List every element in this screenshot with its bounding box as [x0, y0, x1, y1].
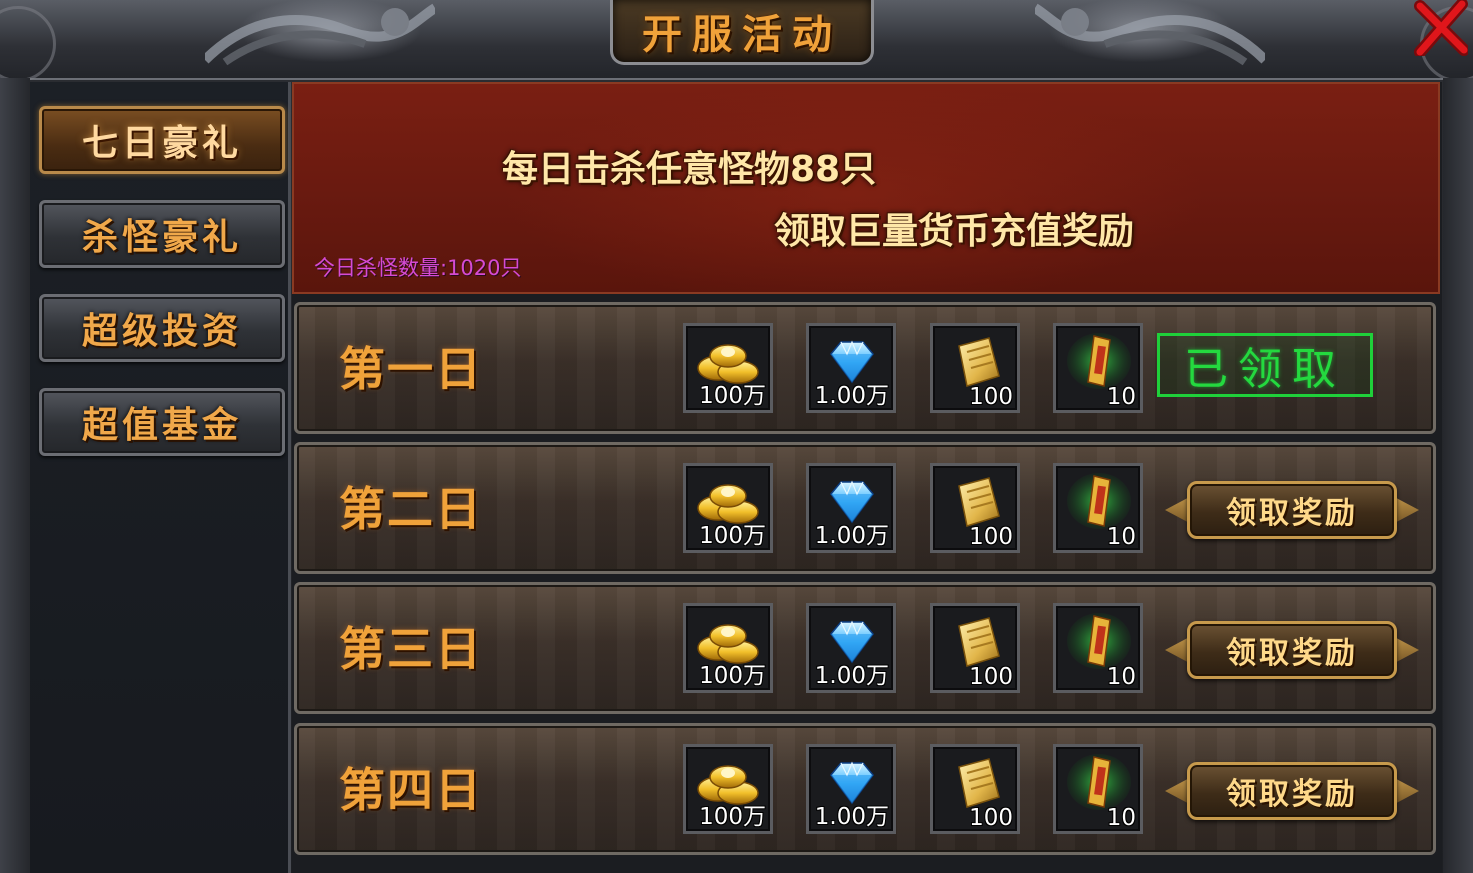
sidebar-item-label: 超级投资 — [81, 310, 242, 352]
claim-button-label: 领取奖励 — [1226, 777, 1358, 812]
event-banner: 每日击杀任意怪物88只 领取巨量货币充值奖励 今日杀怪数量:1020只 — [292, 82, 1440, 294]
reward-quantity: 1.00万 — [814, 523, 889, 549]
reward-quantity: 10 — [1106, 524, 1136, 550]
day-label: 第三日 — [339, 622, 483, 676]
banner-subheadline: 领取巨量货币充值奖励 — [774, 211, 1135, 252]
reward-quantity: 1.00万 — [814, 804, 889, 830]
reward-slot[interactable]: 100万 — [683, 744, 773, 834]
close-icon — [1414, 0, 1470, 58]
sidebar: 七日豪礼 杀怪豪礼 超级投资 超值基金 — [30, 82, 291, 873]
claim-button-body: 领取奖励 — [1187, 481, 1397, 539]
frame-rail-right — [1443, 78, 1473, 873]
reward-quantity: 100万 — [699, 383, 766, 409]
reward-slot[interactable]: 10 — [1053, 463, 1143, 553]
claim-button-label: 领取奖励 — [1226, 636, 1358, 671]
reward-slot[interactable]: 100 — [930, 603, 1020, 693]
reward-quantity: 10 — [1106, 664, 1136, 690]
reward-slot[interactable]: 100万 — [683, 323, 773, 413]
sidebar-item-label: 杀怪豪礼 — [81, 216, 242, 258]
claim-button-label: 领取奖励 — [1226, 496, 1358, 531]
reward-slot[interactable]: 1.00万 — [806, 744, 896, 834]
sidebar-item-value-fund[interactable]: 超值基金 — [39, 388, 285, 456]
reward-slot[interactable]: 100万 — [683, 603, 773, 693]
reward-quantity: 100 — [969, 524, 1013, 550]
sidebar-item-kill-monster-gift[interactable]: 杀怪豪礼 — [39, 200, 285, 268]
reward-quantity: 100万 — [699, 523, 766, 549]
day-row: 第一日 100万 1.00万 100 10 已领取 — [294, 302, 1436, 434]
corner-ornament-left — [0, 6, 56, 82]
day-label: 第四日 — [339, 763, 483, 817]
dragon-ornament-left-icon — [205, 3, 435, 66]
frame-rail-left — [0, 78, 30, 873]
reward-slot[interactable]: 1.00万 — [806, 603, 896, 693]
kill-count-text: 今日杀怪数量:1020只 — [314, 256, 522, 280]
reward-quantity: 10 — [1106, 384, 1136, 410]
reward-slot[interactable]: 100 — [930, 323, 1020, 413]
reward-slot[interactable]: 1.00万 — [806, 323, 896, 413]
claim-reward-button[interactable]: 领取奖励 — [1165, 475, 1419, 547]
day-row: 第四日 100万 1.00万 100 10 领取奖励 — [294, 723, 1436, 855]
reward-quantity: 1.00万 — [814, 663, 889, 689]
day-row: 第三日 100万 1.00万 100 10 领取奖励 — [294, 582, 1436, 714]
reward-quantity: 100 — [969, 384, 1013, 410]
reward-slot[interactable]: 10 — [1053, 744, 1143, 834]
main-panel: 每日击杀任意怪物88只 领取巨量货币充值奖励 今日杀怪数量:1020只 第一日 1… — [292, 82, 1442, 873]
dragon-ornament-right-icon — [1035, 3, 1265, 66]
claimed-stamp: 已领取 — [1157, 333, 1373, 397]
reward-slot[interactable]: 100 — [930, 463, 1020, 553]
sidebar-item-super-investment[interactable]: 超级投资 — [39, 294, 285, 362]
reward-quantity: 100万 — [699, 804, 766, 830]
reward-slot[interactable]: 1.00万 — [806, 463, 896, 553]
reward-quantity: 10 — [1106, 805, 1136, 831]
claim-reward-button[interactable]: 领取奖励 — [1165, 756, 1419, 828]
close-button[interactable] — [1408, 0, 1470, 58]
title-plate: 开服活动 — [610, 0, 874, 65]
reward-quantity: 100 — [969, 805, 1013, 831]
claim-reward-button[interactable]: 领取奖励 — [1165, 615, 1419, 687]
reward-quantity: 1.00万 — [814, 383, 889, 409]
reward-slot[interactable]: 10 — [1053, 603, 1143, 693]
day-label: 第二日 — [339, 482, 483, 536]
banner-headline: 每日击杀任意怪物88只 — [502, 149, 877, 190]
window-header: 开服活动 — [0, 0, 1473, 82]
claim-button-body: 领取奖励 — [1187, 621, 1397, 679]
sidebar-item-label: 七日豪礼 — [81, 122, 242, 164]
reward-slot[interactable]: 10 — [1053, 323, 1143, 413]
day-label: 第一日 — [339, 342, 483, 396]
reward-quantity: 100万 — [699, 663, 766, 689]
sidebar-item-seven-day-gift[interactable]: 七日豪礼 — [39, 106, 285, 174]
reward-slot[interactable]: 100万 — [683, 463, 773, 553]
reward-slot[interactable]: 100 — [930, 744, 1020, 834]
reward-quantity: 100 — [969, 664, 1013, 690]
window-title: 开服活动 — [642, 11, 842, 58]
day-row: 第二日 100万 1.00万 100 10 领取奖励 — [294, 442, 1436, 574]
sidebar-item-label: 超值基金 — [81, 404, 242, 446]
claim-button-body: 领取奖励 — [1187, 762, 1397, 820]
